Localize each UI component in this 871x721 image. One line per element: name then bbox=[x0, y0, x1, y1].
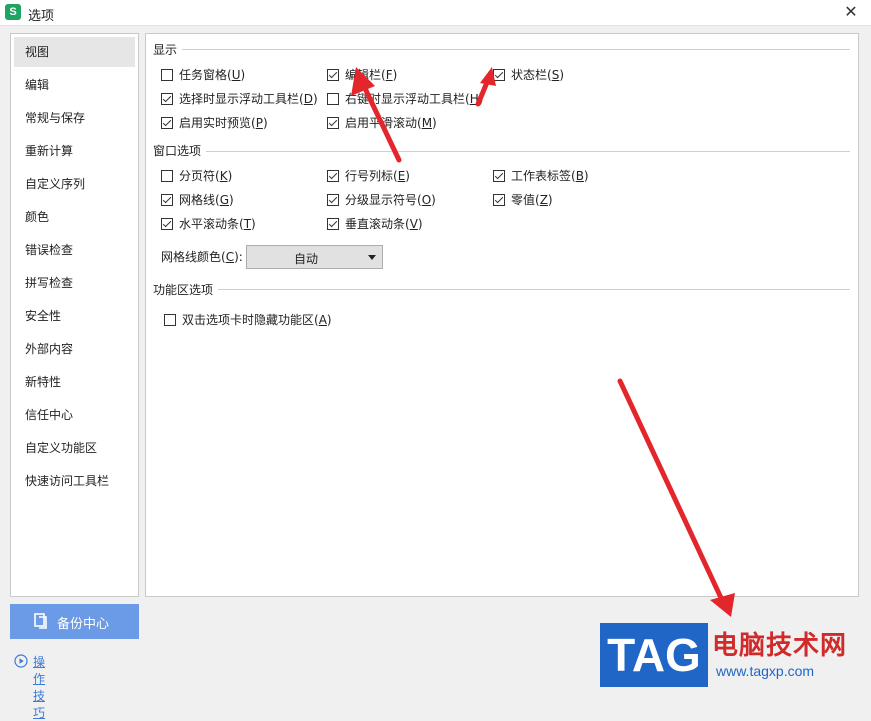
backup-center-label: 备份中心 bbox=[57, 617, 110, 632]
operation-tips-label: 操作技巧 bbox=[33, 655, 46, 720]
section-title-window-options: 窗口选项 bbox=[153, 144, 202, 158]
sidebar-item-customize-ribbon[interactable]: 自定义功能区 bbox=[14, 433, 135, 463]
sidebar-item-external-content[interactable]: 外部内容 bbox=[14, 334, 135, 364]
play-circle-icon bbox=[14, 654, 28, 668]
checkbox-checked[interactable] bbox=[327, 218, 339, 230]
section-divider bbox=[182, 49, 850, 50]
checkbox-checked[interactable] bbox=[493, 194, 505, 206]
gridline-color-value: 自动 bbox=[293, 252, 318, 266]
section-title-ribbon-options: 功能区选项 bbox=[153, 283, 214, 297]
options-sidebar: 视图 编辑 常规与保存 重新计算 自定义序列 颜色 错误检查 拼写检查 安全性 … bbox=[10, 33, 139, 597]
checkbox-checked[interactable] bbox=[327, 117, 339, 129]
backup-center-button[interactable]: 备份中心 bbox=[10, 604, 139, 639]
sidebar-item-color[interactable]: 颜色 bbox=[14, 202, 135, 232]
sidebar-item-new-features[interactable]: 新特性 bbox=[14, 367, 135, 397]
section-divider bbox=[206, 151, 850, 152]
watermark-url: www.tagxp.com bbox=[716, 663, 815, 679]
sidebar-item-error-check[interactable]: 错误检查 bbox=[14, 235, 135, 265]
title-bar: S 选项 ✕ bbox=[0, 0, 871, 26]
checkbox-checked[interactable] bbox=[161, 93, 173, 105]
sidebar-item-general-save[interactable]: 常规与保存 bbox=[14, 103, 135, 133]
sidebar-item-trust-center[interactable]: 信任中心 bbox=[14, 400, 135, 430]
checkbox-checked[interactable] bbox=[327, 170, 339, 182]
sidebar-item-security[interactable]: 安全性 bbox=[14, 301, 135, 331]
view-options-panel: 显示 任务窗格(U) 编辑栏(F) 状态栏(S) 选择时显示浮动工具栏(D) 右… bbox=[145, 33, 859, 597]
checkbox[interactable] bbox=[164, 314, 176, 326]
watermark-site-name: 电脑技术网 bbox=[712, 631, 848, 661]
checkbox-checked[interactable] bbox=[493, 170, 505, 182]
checkbox-checked[interactable] bbox=[161, 218, 173, 230]
sidebar-item-recalculate[interactable]: 重新计算 bbox=[14, 136, 135, 166]
checkbox-checked[interactable] bbox=[493, 69, 505, 81]
sidebar-item-quick-access-toolbar[interactable]: 快速访问工具栏 bbox=[14, 466, 135, 496]
gridline-color-dropdown[interactable]: 自动 bbox=[246, 245, 383, 269]
app-logo-icon: S bbox=[5, 4, 21, 20]
close-button[interactable]: ✕ bbox=[841, 2, 861, 22]
sidebar-item-spell-check[interactable]: 拼写检查 bbox=[14, 268, 135, 298]
checkbox-checked[interactable] bbox=[327, 69, 339, 81]
section-divider bbox=[218, 289, 850, 290]
gridline-color-label: 网格线颜色(C): bbox=[161, 250, 243, 264]
dropdown-arrow-icon bbox=[368, 255, 376, 260]
checkbox-checked[interactable] bbox=[161, 194, 173, 206]
watermark-logo: TAG bbox=[600, 623, 708, 687]
sidebar-item-view[interactable]: 视图 bbox=[14, 37, 135, 67]
sidebar-item-custom-lists[interactable]: 自定义序列 bbox=[14, 169, 135, 199]
checkbox[interactable] bbox=[161, 69, 173, 81]
checkbox-checked[interactable] bbox=[327, 194, 339, 206]
backup-document-icon bbox=[34, 613, 47, 629]
section-title-display: 显示 bbox=[153, 43, 178, 57]
checkbox-checked[interactable] bbox=[161, 117, 173, 129]
sidebar-item-edit[interactable]: 编辑 bbox=[14, 70, 135, 100]
checkbox[interactable] bbox=[161, 170, 173, 182]
dialog-title: 选项 bbox=[28, 9, 55, 24]
checkbox[interactable] bbox=[327, 93, 339, 105]
site-watermark: TAG 电脑技术网 www.tagxp.com bbox=[600, 623, 871, 687]
